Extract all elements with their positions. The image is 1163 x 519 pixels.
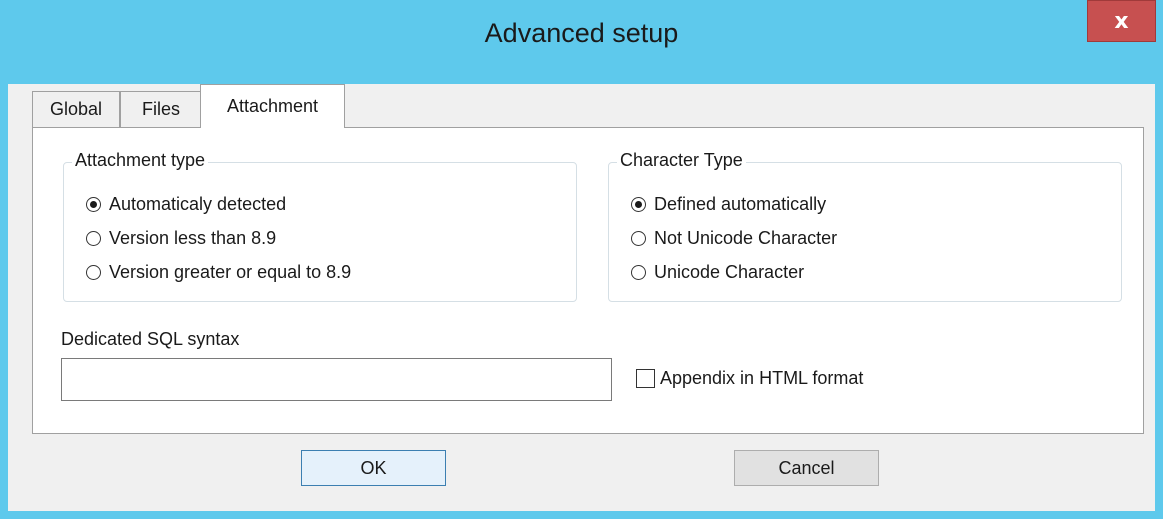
radio-version-greater[interactable]: Version greater or equal to 8.9	[86, 262, 351, 283]
checkbox-unchecked-icon	[636, 369, 655, 388]
radio-label: Not Unicode Character	[654, 228, 838, 248]
title-bar: Advanced setup x	[0, 0, 1163, 84]
tab-files[interactable]: Files	[120, 91, 202, 127]
radio-label: Defined automatically	[654, 194, 827, 214]
tab-global[interactable]: Global	[32, 91, 120, 127]
radio-unchecked-icon	[631, 265, 646, 280]
dialog-client: Global Files Attachment Attachment type …	[8, 84, 1155, 511]
radio-automatically-detected[interactable]: Automaticaly detected	[86, 194, 286, 215]
appendix-html-checkbox[interactable]: Appendix in HTML format	[636, 368, 863, 389]
sql-syntax-label: Dedicated SQL syntax	[61, 329, 240, 349]
window-title: Advanced setup	[484, 18, 679, 48]
radio-label: Version greater or equal to 8.9	[109, 262, 352, 282]
tab-panel-attachment: Attachment type Automaticaly detected Ve…	[32, 127, 1144, 434]
radio-label: Automaticaly detected	[109, 194, 287, 214]
radio-unicode[interactable]: Unicode Character	[631, 262, 804, 283]
close-button[interactable]: x	[1087, 0, 1156, 42]
radio-defined-automatically[interactable]: Defined automatically	[631, 194, 826, 215]
radio-label: Version less than 8.9	[109, 228, 277, 248]
attachment-type-group: Attachment type Automaticaly detected Ve…	[63, 150, 577, 302]
attachment-type-label: Attachment type	[72, 150, 209, 171]
radio-checked-icon	[631, 197, 646, 212]
radio-not-unicode[interactable]: Not Unicode Character	[631, 228, 837, 249]
radio-checked-icon	[86, 197, 101, 212]
sql-syntax-input[interactable]	[61, 358, 612, 401]
character-type-group: Character Type Defined automatically Not…	[608, 150, 1122, 302]
cancel-button[interactable]: Cancel	[734, 450, 879, 486]
tab-attachment[interactable]: Attachment	[200, 84, 345, 128]
appendix-html-label: Appendix in HTML format	[660, 368, 864, 388]
radio-unchecked-icon	[86, 265, 101, 280]
ok-button[interactable]: OK	[301, 450, 446, 486]
radio-unchecked-icon	[631, 231, 646, 246]
radio-label: Unicode Character	[654, 262, 805, 282]
radio-version-less[interactable]: Version less than 8.9	[86, 228, 276, 249]
character-type-label: Character Type	[617, 150, 746, 171]
close-icon: x	[1114, 8, 1129, 34]
radio-unchecked-icon	[86, 231, 101, 246]
